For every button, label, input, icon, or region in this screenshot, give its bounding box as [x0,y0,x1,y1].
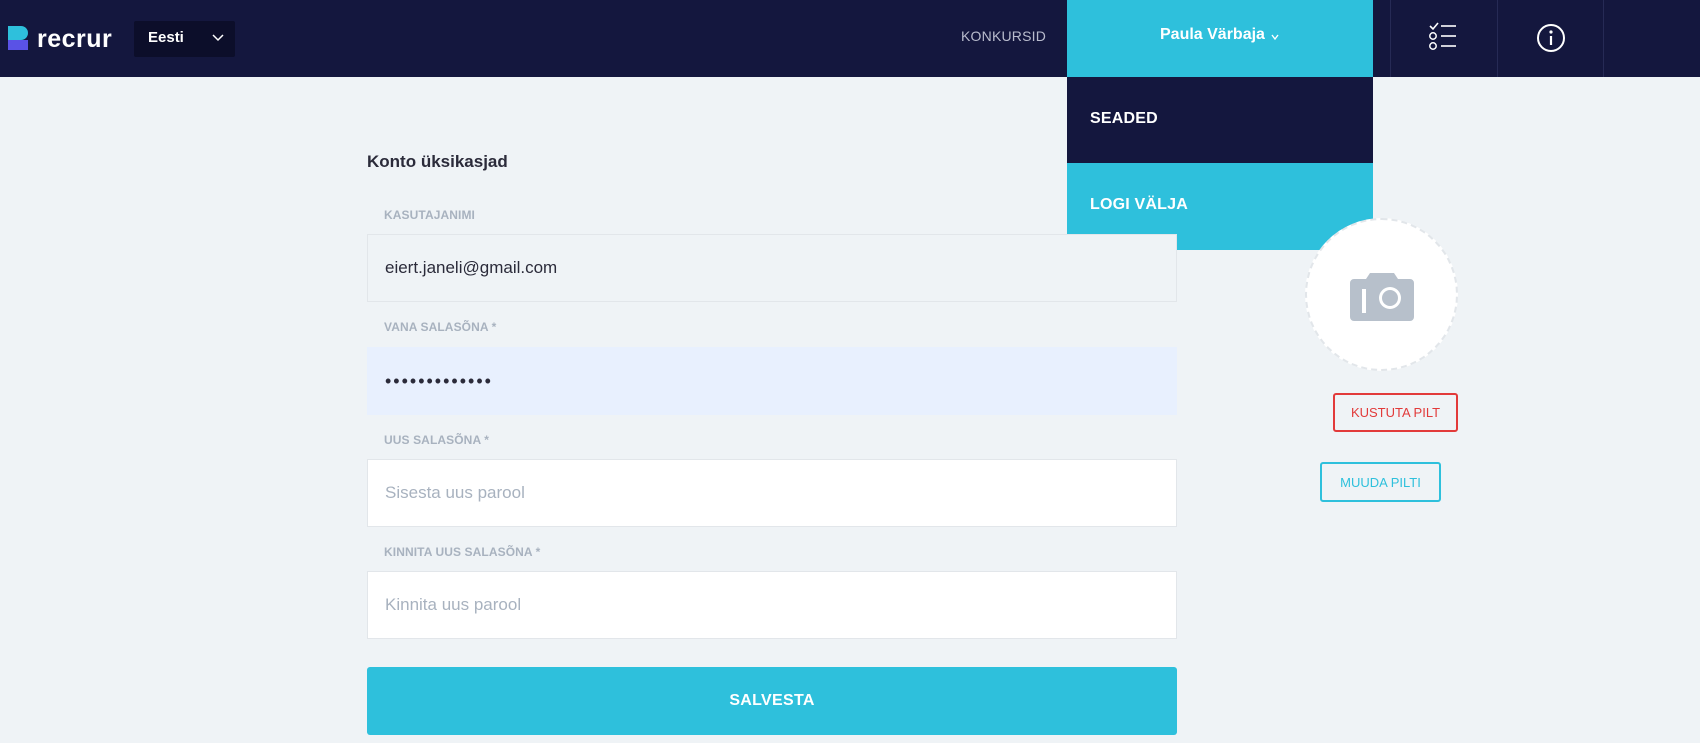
avatar-upload[interactable] [1305,218,1458,371]
info-button[interactable] [1497,0,1604,77]
recrur-logo[interactable]: recrur [8,24,112,54]
confirm-password-field[interactable]: Kinnita uus parool [367,571,1177,639]
top-navbar: recrur Eesti KONKURSID Paula Värbaja [0,0,1700,77]
recrur-logo-mark-icon [8,26,30,52]
nav-link-contests[interactable]: KONKURSID [961,28,1046,44]
old-password-field[interactable]: ••••••••••••• [367,347,1177,415]
brand-name: recrur [37,24,113,53]
new-password-label: UUS SALASÕNA * [384,433,489,447]
confirm-password-placeholder: Kinnita uus parool [385,595,522,614]
page-title: Konto üksikasjad [367,152,508,171]
user-menu-chevron-icon [1271,34,1279,41]
language-select[interactable]: Eesti [134,21,235,57]
old-password-label: VANA SALASÕNA * [384,320,497,334]
user-name: Paula Värbaja [1160,26,1265,43]
new-password-field[interactable]: Sisesta uus parool [367,459,1177,527]
save-button[interactable]: SALVESTA [367,667,1177,735]
username-label: KASUTAJANIMI [384,208,475,222]
confirm-password-label: KINNITA UUS SALASÕNA * [384,545,541,559]
username-field[interactable]: eiert.janeli@gmail.com [367,234,1177,302]
checklist-icon [1429,22,1456,50]
user-menu-button[interactable]: Paula Värbaja [1067,0,1373,77]
old-password-value: ••••••••••••• [385,370,493,391]
chevron-down-icon [212,34,224,42]
camera-icon [1349,272,1414,321]
user-dropdown-menu: SEADED LOGI VÄLJA [1067,77,1373,250]
change-picture-button[interactable]: MUUDA PILTI [1320,462,1441,502]
tasks-button[interactable] [1390,0,1497,77]
info-icon [1537,24,1565,52]
delete-picture-button[interactable]: KUSTUTA PILT [1333,393,1458,432]
username-value: eiert.janeli@gmail.com [385,258,558,277]
menu-item-settings[interactable]: SEADED [1067,77,1373,163]
language-select-value: Eesti [148,29,184,46]
new-password-placeholder: Sisesta uus parool [385,483,525,502]
